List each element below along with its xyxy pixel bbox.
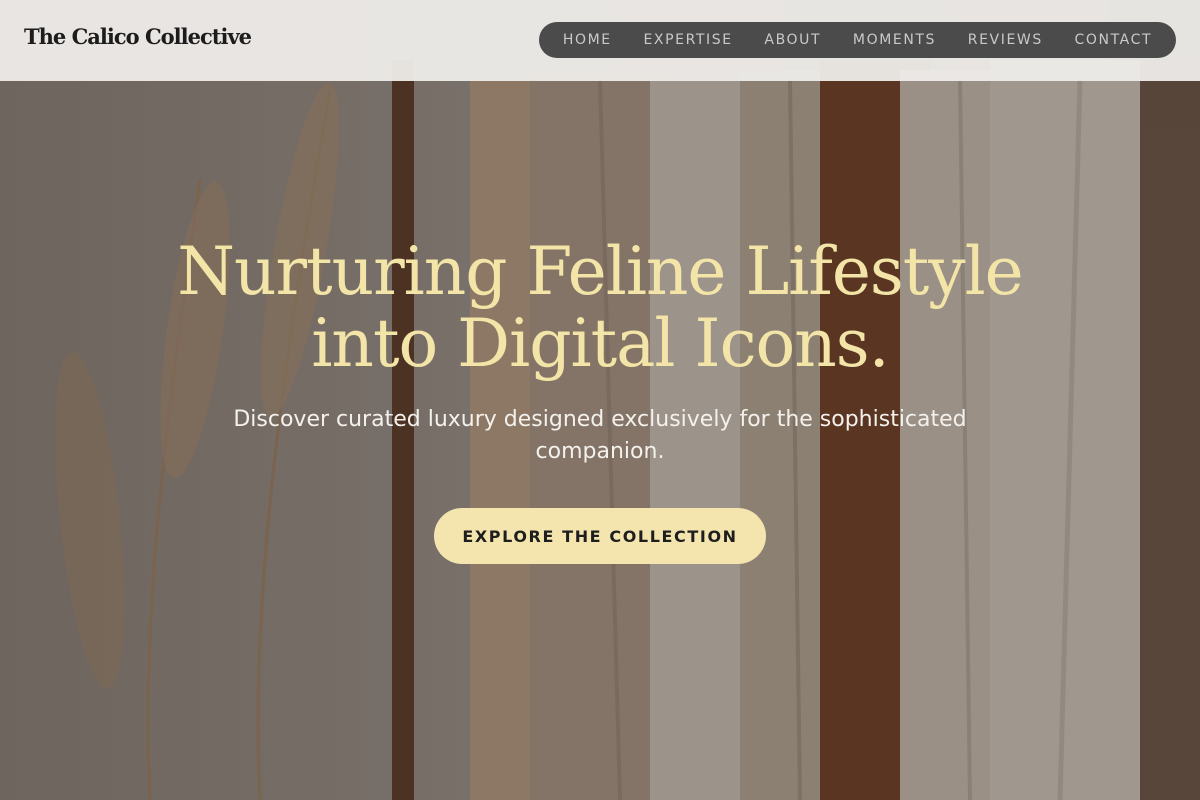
nav-item-contact[interactable]: CONTACT [1075, 32, 1153, 48]
hero-overlay [0, 0, 1200, 800]
hero-subtitle: Discover curated luxury designed exclusi… [233, 407, 967, 464]
brand-logo[interactable]: The Calico Collective [24, 24, 252, 49]
hero-title: Nurturing Feline Lifestyle into Digital … [100, 236, 1100, 380]
main-nav: HOME EXPERTISE ABOUT MOMENTS REVIEWS CON… [539, 22, 1176, 58]
site-header: The Calico Collective HOME EXPERTISE ABO… [0, 0, 1200, 81]
nav-item-moments[interactable]: MOMENTS [853, 32, 936, 48]
nav-item-reviews[interactable]: REVIEWS [968, 32, 1043, 48]
hero-title-line-2: into Digital Icons. [311, 305, 889, 382]
nav-item-expertise[interactable]: EXPERTISE [643, 32, 732, 48]
nav-item-home[interactable]: HOME [563, 32, 612, 48]
explore-collection-button[interactable]: EXPLORE THE COLLECTION [434, 508, 766, 564]
nav-item-about[interactable]: ABOUT [764, 32, 821, 48]
hero-title-line-1: Nurturing Feline Lifestyle [177, 233, 1024, 310]
